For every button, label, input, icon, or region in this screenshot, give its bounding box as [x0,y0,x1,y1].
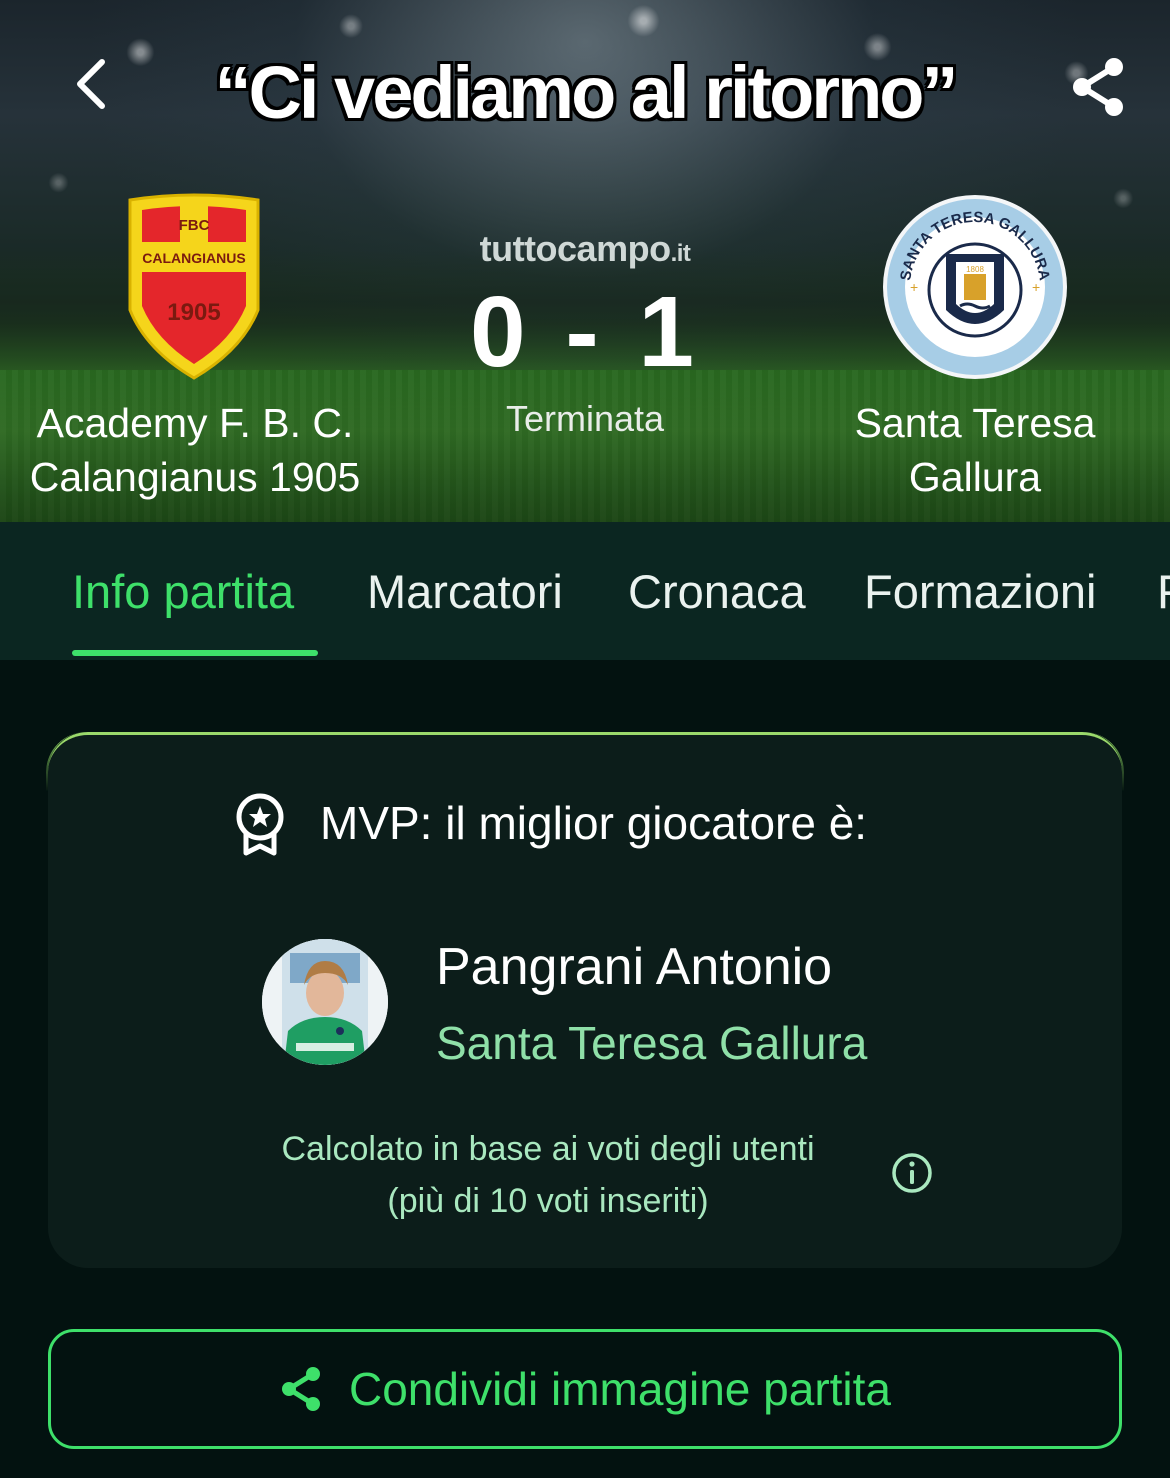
away-team-name[interactable]: Santa Teresa Gallura [790,396,1160,504]
brand-logo: tuttocampo.it [479,228,691,269]
share-icon [281,1367,320,1411]
tab-info-partita[interactable]: Info partita [72,562,294,622]
chevron-left-icon [77,59,105,109]
svg-text:1905: 1905 [167,299,220,326]
info-icon[interactable] [890,1151,934,1195]
home-team-crest[interactable]: FBC CALANGIANUS 1905 [122,190,266,382]
mvp-title: MVP: il miglior giocatore è: [320,797,868,849]
svg-text:1808: 1808 [966,265,984,274]
svg-text:+: + [910,279,918,295]
award-badge-icon [236,793,284,856]
calculation-note: Calcolato in base ai voti degli utenti (… [281,1130,815,1220]
home-team-name[interactable]: Academy F. B. C. Calangianus 1905 [0,396,390,504]
tab-bar: Info partita Marcatori Cronaca Formazion… [0,522,1170,660]
share-button[interactable] [1066,52,1130,122]
player-avatar[interactable] [262,939,388,1065]
match-status: Terminata [505,398,665,439]
video-caption: “Ci vediamo al ritorno” [214,51,958,134]
svg-text:+: + [1032,279,1040,295]
share-button-label: Condividi immagine partita [348,1363,892,1415]
tab-next-partial[interactable]: F [1157,562,1170,622]
back-button[interactable] [60,52,120,116]
match-score: 0 - 1 [469,276,701,388]
active-tab-indicator [72,650,318,656]
share-icon [1073,58,1123,116]
away-team-crest[interactable]: SANTA TERESA GALLURA ASD POLISPORTIVA 18… [880,192,1070,382]
tab-marcatori[interactable]: Marcatori [367,562,563,622]
tab-formazioni[interactable]: Formazioni [864,562,1096,622]
svg-text:FBC: FBC [179,217,210,234]
tab-cronaca[interactable]: Cronaca [628,562,806,622]
player-name[interactable]: Pangrani Antonio [436,935,832,999]
share-match-image-button[interactable]: Condividi immagine partita [48,1329,1122,1449]
svg-text:CALANGIANUS: CALANGIANUS [142,250,245,266]
match-header: “Ci vediamo al ritorno” FBC CALANGIANUS … [0,0,1170,522]
player-team[interactable]: Santa Teresa Gallura [436,1013,867,1073]
mvp-card: MVP: il miglior giocatore è: Pangrani An… [48,732,1122,1268]
